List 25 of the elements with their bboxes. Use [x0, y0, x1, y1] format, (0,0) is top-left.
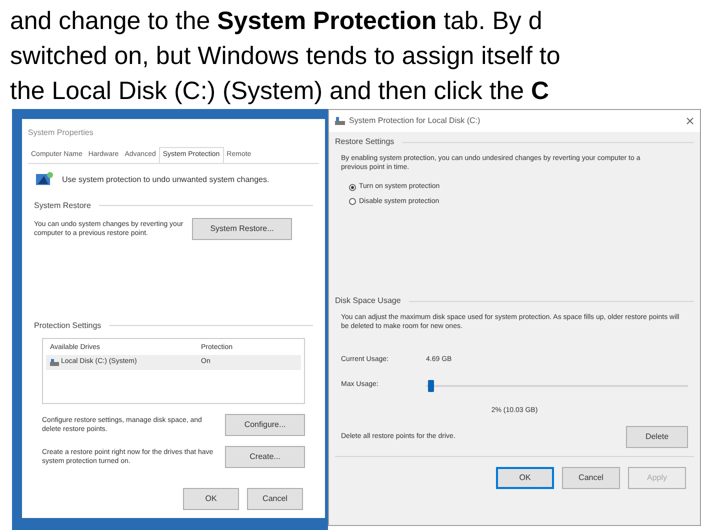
- action-button[interactable]: Configure...: [225, 414, 305, 436]
- dialog-button[interactable]: Cancel: [562, 467, 620, 489]
- drive-icon: [50, 358, 59, 366]
- group-heading: Restore Settings: [335, 136, 394, 148]
- article-text-line: the Local Disk (C:) (System) and then click the C: [10, 76, 550, 107]
- usage-slider[interactable]: [426, 380, 688, 392]
- radio-button[interactable]: [349, 198, 356, 206]
- dialog-title: System Protection for Local Disk (C:): [349, 115, 482, 127]
- radio-button[interactable]: [349, 184, 356, 191]
- dialog-button[interactable]: OK: [183, 488, 239, 510]
- system-restore-button[interactable]: System Restore...: [192, 218, 292, 240]
- group-heading: System Restore: [34, 200, 91, 212]
- dialog-button[interactable]: Cancel: [247, 488, 303, 510]
- slider-thumb[interactable]: [428, 380, 434, 392]
- window-title: System Properties: [28, 127, 94, 139]
- action-button[interactable]: Create...: [225, 446, 305, 468]
- article-text-line: and change to the System Protection tab. By d: [10, 6, 544, 37]
- article-text-line: switched on, but Windows tends to assign itself to: [10, 41, 562, 72]
- delete-button[interactable]: Delete: [626, 426, 688, 448]
- dialog-button[interactable]: OK: [496, 467, 554, 489]
- intro-text: Use system protection to undo unwanted system changes.: [62, 174, 270, 186]
- close-icon[interactable]: [686, 117, 694, 125]
- group-heading: Disk Space Usage: [335, 295, 401, 307]
- drive-icon: [335, 117, 345, 125]
- group-heading: Protection Settings: [34, 320, 102, 332]
